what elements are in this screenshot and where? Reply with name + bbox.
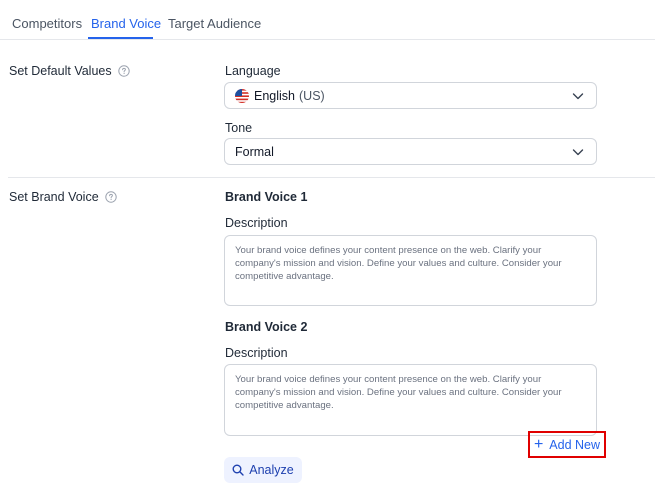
tab-brand-voice[interactable]: Brand Voice (91, 16, 161, 31)
brand-voice-2-description-label: Description (225, 346, 288, 360)
default-values-label-text: Set Default Values (9, 64, 112, 78)
search-icon (232, 464, 244, 476)
tone-label: Tone (225, 121, 253, 135)
brand-voice-1-title: Brand Voice 1 (225, 190, 308, 204)
brand-voice-section-label: Set Brand Voice (9, 190, 117, 204)
brand-voice-2-description-input[interactable]: Your brand voice defines your content pr… (224, 364, 597, 436)
help-circle-icon[interactable] (104, 191, 117, 203)
tone-value: Formal (235, 144, 274, 159)
default-values-section-label: Set Default Values (9, 64, 130, 78)
brand-voice-2-placeholder: Your brand voice defines your content pr… (235, 374, 562, 411)
section-divider (8, 177, 655, 178)
language-select[interactable]: English (US) (224, 82, 597, 109)
chevron-down-icon (572, 93, 584, 100)
tab-competitors[interactable]: Competitors (12, 16, 82, 31)
plus-icon: + (533, 435, 544, 453)
language-value: English (254, 88, 295, 103)
brand-voice-1-placeholder: Your brand voice defines your content pr… (235, 245, 562, 282)
help-circle-icon[interactable] (117, 65, 130, 77)
analyze-button[interactable]: Analyze (224, 457, 302, 483)
brand-voice-1-description-label: Description (225, 216, 288, 230)
analyze-label: Analyze (249, 463, 294, 477)
add-new-button[interactable]: + Add New (528, 431, 606, 458)
chevron-down-icon (572, 149, 584, 156)
brand-voice-1-description-input[interactable]: Your brand voice defines your content pr… (224, 235, 597, 306)
add-new-label: Add New (549, 437, 601, 452)
brand-voice-2-title: Brand Voice 2 (225, 320, 308, 334)
active-tab-indicator (88, 37, 153, 39)
language-label: Language (225, 64, 281, 78)
us-flag-icon (235, 88, 249, 103)
tab-bar: Competitors Brand Voice Target Audience (0, 0, 655, 40)
tone-select[interactable]: Formal (224, 138, 597, 165)
tab-target-audience[interactable]: Target Audience (168, 16, 261, 31)
language-region: (US) (299, 88, 325, 103)
brand-voice-label-text: Set Brand Voice (9, 190, 99, 204)
